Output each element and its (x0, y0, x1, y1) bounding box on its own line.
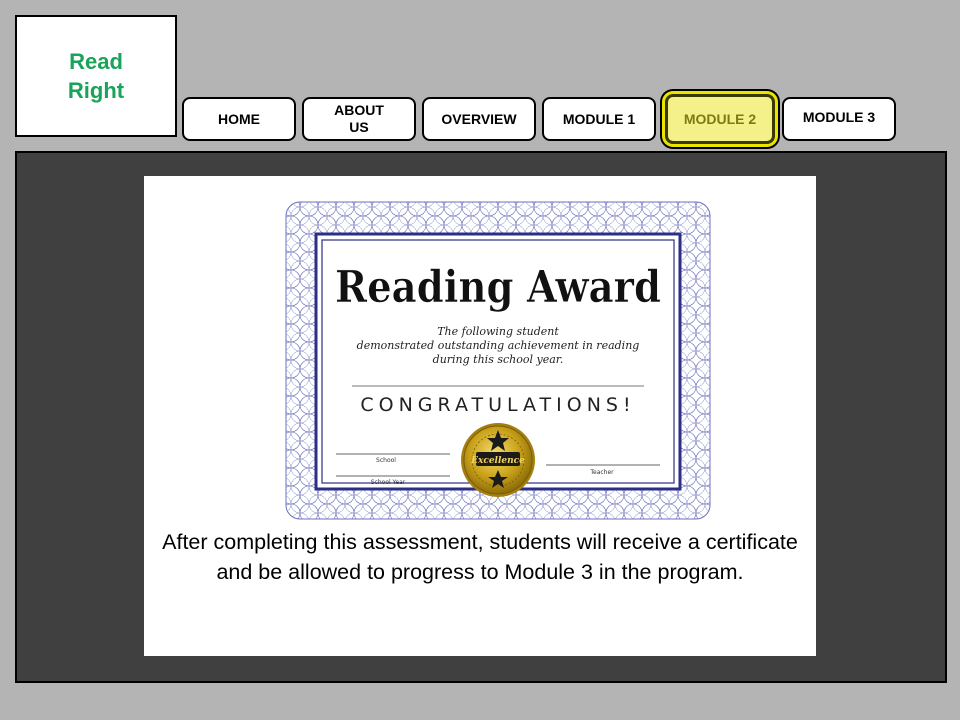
nav-home-button[interactable]: HOME (182, 97, 296, 141)
school-label: School (376, 457, 396, 464)
nav-module1-button[interactable]: MODULE 1 (542, 97, 656, 141)
nav-module3-button[interactable]: MODULE 3 (782, 97, 896, 141)
nav-overview-button[interactable]: OVERVIEW (422, 97, 536, 141)
excellence-seal-icon: Excellence (461, 423, 535, 497)
app-logo[interactable]: Read Right (15, 15, 177, 137)
school-year-label: School Year (371, 479, 406, 486)
nav-module1-label: MODULE 1 (562, 110, 636, 127)
nav-about-label-line1: ABOUT (334, 102, 384, 118)
module-description: After completing this assessment, studen… (162, 530, 798, 584)
nav-about-label: ABOUT US (334, 102, 384, 136)
certificate-title: Reading Award (335, 262, 661, 313)
teacher-label: Teacher (589, 469, 614, 476)
logo-line-2: Right (67, 78, 125, 103)
certificate-subtitle-1: The following student (437, 325, 559, 338)
seal-text: Excellence (470, 456, 525, 466)
logo-line-1: Read (69, 49, 123, 74)
nav-home-label: HOME (218, 110, 260, 127)
nav-module3-label: MODULE 3 (802, 109, 876, 125)
nav-overview-label: OVERVIEW (441, 110, 517, 127)
certificate-congratulations: CONGRATULATIONS! (360, 394, 635, 416)
certificate-subtitle-3: during this school year. (433, 353, 564, 366)
nav-about-button[interactable]: ABOUT US (302, 97, 416, 141)
certificate-subtitle-2: demonstrated outstanding achievement in … (357, 339, 640, 352)
nav-about-label-line2: US (349, 119, 369, 135)
reading-award-certificate: Reading Award The following student demo… (285, 201, 711, 520)
content-card: Reading Award The following student demo… (144, 176, 816, 656)
nav-module2-button[interactable]: MODULE 2 (665, 94, 775, 144)
nav-module2-label: MODULE 2 (683, 110, 757, 127)
